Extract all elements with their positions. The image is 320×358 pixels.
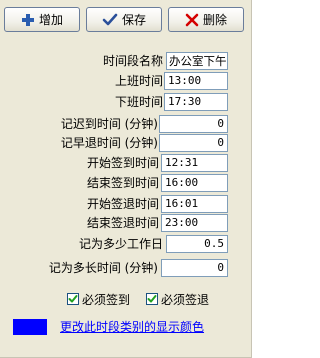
field-label: 开始签退时间: [86, 197, 159, 211]
field-label: 开始签到时间: [86, 156, 159, 170]
field-label: 记为多长时间 (分钟): [48, 261, 158, 275]
checkbox-box[interactable]: [67, 293, 79, 305]
field-label: 下班时间: [114, 95, 163, 109]
checkbox-label: 必须签到: [82, 292, 131, 307]
checkbox-label: 必须签退: [161, 292, 210, 307]
plus-icon: [21, 13, 35, 27]
form-row-duration-minutes: 记为多长时间 (分钟) 0: [0, 259, 253, 277]
early-leave-minutes-input[interactable]: 0: [159, 134, 228, 152]
delete-button-label: 删除: [202, 13, 227, 27]
change-display-color-link[interactable]: 更改此时段类别的显示颜色: [60, 318, 204, 336]
add-button[interactable]: 增加: [4, 7, 80, 32]
form-row-name: 时间段名称 办公室下午: [0, 52, 253, 70]
save-button[interactable]: 保存: [86, 7, 162, 32]
field-label: 时间段名称: [102, 54, 163, 68]
sign-out-start-time-input[interactable]: 16:01: [161, 195, 228, 213]
workdays-input[interactable]: 0.5: [166, 235, 228, 253]
save-button-label: 保存: [121, 13, 146, 27]
end-work-time-input[interactable]: 17:30: [164, 93, 228, 111]
field-label: 记为多少工作日: [78, 237, 163, 251]
field-label: 上班时间: [114, 74, 163, 88]
checkmark-icon: [102, 13, 118, 27]
form-row-late-minutes: 记迟到时间 (分钟) 0: [0, 115, 253, 133]
must-sign-out-checkbox[interactable]: 必须签退: [146, 291, 209, 307]
form-row-end-work: 下班时间 17:30: [0, 93, 253, 111]
time-period-panel: 增加 保存 删除 时间段名称 办公室下午 上班时间 13:00 下班时间 17:…: [0, 0, 252, 358]
checkmark-icon: [147, 295, 157, 303]
checkmark-icon: [68, 295, 78, 303]
sign-in-start-time-input[interactable]: 12:31: [161, 154, 228, 172]
form-row-signout-end: 结束签退时间 23:00: [0, 214, 253, 232]
sign-in-end-time-input[interactable]: 16:00: [161, 174, 228, 192]
form-row-start-work: 上班时间 13:00: [0, 72, 253, 90]
add-button-label: 增加: [38, 13, 63, 27]
start-work-time-input[interactable]: 13:00: [164, 72, 228, 90]
display-color-swatch[interactable]: [13, 319, 47, 335]
field-label: 结束签到时间: [86, 176, 159, 190]
field-label: 结束签退时间: [86, 216, 159, 230]
checkbox-box[interactable]: [146, 293, 158, 305]
form-row-signin-start: 开始签到时间 12:31: [0, 154, 253, 172]
form-row-early-minutes: 记早退时间 (分钟) 0: [0, 134, 253, 152]
duration-minutes-input[interactable]: 0: [161, 259, 228, 277]
form-row-signin-end: 结束签到时间 16:00: [0, 174, 253, 192]
must-sign-in-checkbox[interactable]: 必须签到: [67, 291, 130, 307]
sign-out-end-time-input[interactable]: 23:00: [161, 214, 228, 232]
period-name-input[interactable]: 办公室下午: [166, 52, 228, 70]
field-label: 记早退时间 (分钟): [60, 136, 158, 150]
toolbar: 增加 保存 删除: [0, 0, 251, 36]
delete-button[interactable]: 删除: [168, 7, 244, 32]
field-label: 记迟到时间 (分钟): [60, 117, 158, 131]
form-row-workdays: 记为多少工作日 0.5: [0, 235, 253, 253]
close-icon: [185, 13, 199, 27]
form-row-signout-start: 开始签退时间 16:01: [0, 195, 253, 213]
late-minutes-input[interactable]: 0: [159, 115, 228, 133]
